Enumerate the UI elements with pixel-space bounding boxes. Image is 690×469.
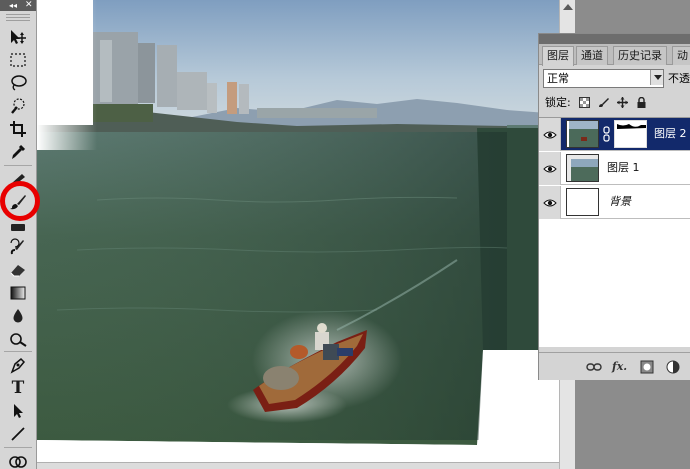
move-icon (11, 30, 26, 44)
dodge-tool[interactable] (5, 328, 31, 350)
tab-history[interactable]: 历史记录 (613, 46, 667, 65)
crop-tool[interactable] (5, 118, 31, 140)
line-icon (11, 427, 25, 441)
add-mask-icon[interactable] (640, 360, 654, 374)
layer-row[interactable]: 背景 (539, 186, 690, 219)
gradient-tool[interactable] (5, 282, 31, 304)
eraser-icon (10, 265, 25, 277)
tab-actions[interactable]: 动 (672, 46, 690, 65)
chevron-down-icon[interactable] (650, 70, 663, 85)
highlight-circle (0, 181, 40, 221)
layer-row[interactable]: 图层 1 (539, 152, 690, 185)
path-selection-tool[interactable] (5, 400, 31, 422)
visibility-toggle[interactable] (539, 152, 561, 185)
lasso-tool[interactable] (5, 72, 31, 94)
3d-tool[interactable] (5, 450, 31, 469)
collapse-icon[interactable]: ◂◂ (9, 0, 17, 11)
lock-label: 锁定: (545, 96, 571, 109)
layers-panel: 图层 通道 历史记录 动 正常 不透 锁定: 图层 2 图层 1 背景 fx. (538, 33, 690, 380)
eyedropper-icon (12, 144, 26, 159)
eyedropper-tool[interactable] (5, 141, 31, 163)
crop-icon (10, 121, 26, 137)
blend-mode-value: 正常 (547, 72, 569, 85)
pen-tool[interactable] (5, 354, 31, 376)
photoshop-window: ◂◂ ✕ T 图层 通道 历史记录 动 正常 不透 锁定: 图层 2 图层 1 … (0, 0, 690, 469)
history-brush-tool[interactable] (5, 236, 31, 258)
tool-divider (4, 447, 32, 448)
adjustment-layer-icon[interactable] (666, 360, 680, 374)
panel-tabs: 图层 通道 历史记录 动 (539, 44, 690, 66)
3d-rotate-icon (9, 456, 27, 468)
type-icon: T (11, 378, 25, 398)
layer-name[interactable]: 图层 2 (654, 126, 687, 142)
scroll-up-arrow-icon[interactable] (563, 4, 573, 10)
dodge-icon (10, 333, 27, 347)
lock-row: 锁定: (543, 94, 690, 112)
eraser-tool[interactable] (5, 259, 31, 281)
pen-icon (10, 357, 26, 374)
layer-thumbnail[interactable] (566, 154, 599, 182)
lock-all-icon[interactable] (636, 97, 647, 108)
blend-mode-row: 正常 不透 (543, 69, 690, 89)
eye-icon (542, 165, 557, 172)
tool-divider (4, 351, 32, 352)
tab-layers[interactable]: 图层 (542, 46, 574, 66)
mask-thumbnail (615, 121, 646, 147)
clone-stamp-icon (11, 224, 25, 231)
quick-selection-tool[interactable] (5, 95, 31, 117)
tab-channels[interactable]: 通道 (576, 46, 608, 65)
quick-selection-icon (11, 98, 25, 114)
lock-position-icon[interactable] (617, 97, 628, 108)
eye-icon (542, 199, 557, 206)
lasso-icon (11, 75, 27, 91)
lock-transparency-icon[interactable] (579, 97, 590, 108)
opacity-label: 不透 (668, 72, 690, 85)
link-icon[interactable] (586, 360, 602, 374)
blend-mode-select[interactable]: 正常 (543, 69, 664, 88)
eye-icon (542, 131, 557, 138)
line-tool[interactable] (5, 423, 31, 445)
panel-title-strip[interactable] (539, 34, 690, 44)
move-tool[interactable] (5, 26, 31, 48)
white-thumbnail (567, 189, 598, 215)
gradient-icon (10, 286, 26, 300)
layers-list: 图层 2 图层 1 背景 (539, 117, 690, 347)
document-canvas[interactable] (37, 0, 575, 469)
history-brush-icon (10, 238, 24, 255)
layer-thumbnail[interactable] (566, 120, 599, 148)
horizontal-scrollbar[interactable] (37, 462, 559, 469)
visibility-toggle[interactable] (539, 118, 561, 151)
layer-name[interactable]: 背景 (609, 194, 631, 210)
mask-link-icon[interactable] (602, 126, 611, 142)
marquee-tool[interactable] (5, 49, 31, 71)
tools-panel-header: ◂◂ ✕ (0, 0, 36, 11)
layers-panel-footer: fx. (539, 352, 690, 380)
close-icon[interactable]: ✕ (25, 0, 33, 11)
photo-thumbnail (567, 155, 598, 181)
marquee-icon (10, 53, 26, 67)
layer-row[interactable]: 图层 2 (539, 118, 690, 151)
panel-grip[interactable] (6, 14, 30, 22)
visibility-toggle[interactable] (539, 186, 561, 219)
blur-tool[interactable] (5, 305, 31, 327)
composite-photo (37, 0, 575, 469)
photo-thumbnail (567, 121, 598, 147)
path-selection-icon (14, 404, 23, 418)
fx-icon[interactable]: fx. (612, 360, 627, 374)
layer-thumbnail[interactable] (566, 188, 599, 216)
layer-mask-thumbnail[interactable] (614, 120, 647, 148)
tools-panel: ◂◂ ✕ T (0, 0, 40, 469)
tool-divider (4, 165, 32, 166)
clone-stamp-tool[interactable] (5, 216, 31, 238)
type-tool[interactable]: T (5, 377, 31, 399)
layer-name[interactable]: 图层 1 (607, 160, 640, 176)
lock-pixels-icon[interactable] (598, 97, 609, 108)
blur-drop-icon (13, 309, 23, 323)
